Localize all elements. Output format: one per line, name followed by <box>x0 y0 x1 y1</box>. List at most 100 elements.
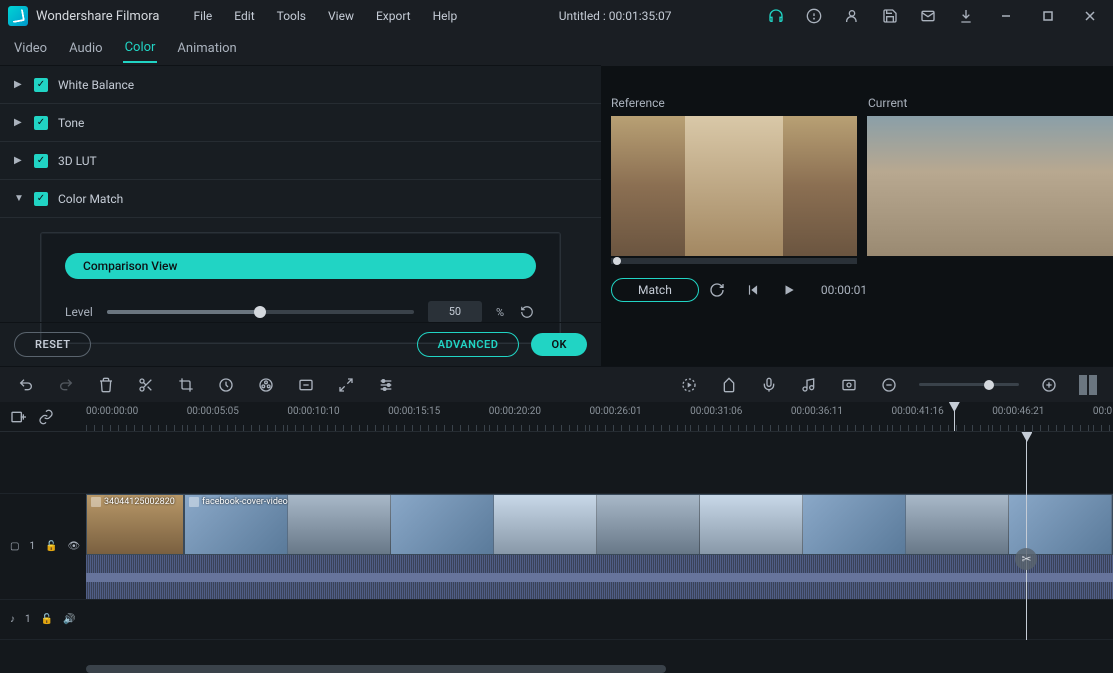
split-indicator-icon[interactable]: ✂ <box>1015 548 1037 570</box>
audio-track-head: ♪1 🔓 🔊 <box>0 600 86 639</box>
play-icon[interactable] <box>779 280 799 300</box>
mute-icon[interactable]: 🔊 <box>63 614 75 625</box>
timeline-toolbar <box>0 366 1113 402</box>
main-split: ▶ ✓ White Balance ▶ ✓ Tone ▶ ✓ 3D LUT ▼ … <box>0 66 1113 366</box>
zoom-slider[interactable] <box>919 383 1019 386</box>
split-icon[interactable] <box>136 375 156 395</box>
headphones-icon[interactable] <box>763 3 789 29</box>
mail-icon[interactable] <box>915 3 941 29</box>
expand-icon[interactable] <box>336 375 356 395</box>
advanced-button[interactable]: ADVANCED <box>417 332 520 357</box>
menu-view[interactable]: View <box>318 5 364 27</box>
minimize-button[interactable] <box>991 3 1021 29</box>
app-name: Wondershare Filmora <box>36 9 159 24</box>
preview-controls: Match 00:00:01 <box>611 278 1113 302</box>
track-spacer <box>0 432 1113 494</box>
prev-frame-icon[interactable] <box>743 280 763 300</box>
color-icon[interactable] <box>256 375 276 395</box>
delete-icon[interactable] <box>96 375 116 395</box>
reload-icon[interactable] <box>707 280 727 300</box>
level-value-input[interactable]: 50 <box>428 301 482 323</box>
zoom-in-icon[interactable] <box>1039 375 1059 395</box>
download-icon[interactable] <box>953 3 979 29</box>
settings-icon[interactable] <box>376 375 396 395</box>
link-icon[interactable] <box>38 409 54 425</box>
preview-labels: Reference Current <box>611 96 1113 110</box>
user-icon[interactable] <box>839 3 865 29</box>
checkbox-color-match[interactable]: ✓ <box>34 192 48 206</box>
reset-button[interactable]: RESET <box>14 332 91 357</box>
preview-timecode: 00:00:01 <box>821 283 867 297</box>
match-button[interactable]: Match <box>611 278 699 302</box>
visibility-icon[interactable]: 👁 <box>68 541 81 552</box>
lock-icon[interactable]: 🔓 <box>41 614 53 625</box>
tab-color[interactable]: Color <box>123 34 158 63</box>
menu-tools[interactable]: Tools <box>267 5 316 27</box>
menu-help[interactable]: Help <box>423 5 468 27</box>
image-clip-icon <box>91 497 101 507</box>
chevron-down-icon: ▼ <box>14 193 24 204</box>
add-track-icon[interactable] <box>10 409 26 425</box>
audio-track-body[interactable] <box>86 600 1113 639</box>
accordion-white-balance[interactable]: ▶ ✓ White Balance <box>0 66 601 104</box>
video-track-head: ▢1 🔓 👁 <box>0 494 86 599</box>
timeline-scrollbar[interactable] <box>86 665 666 673</box>
timeline-ruler[interactable]: 00:00:00:00 00:00:05:05 00:00:10:10 00:0… <box>86 402 1113 431</box>
ruler-tick: 00:00:00:00 <box>86 402 187 431</box>
crop-icon[interactable] <box>176 375 196 395</box>
undo-icon[interactable] <box>16 375 36 395</box>
playhead-line[interactable] <box>1026 432 1027 640</box>
save-icon[interactable] <box>877 3 903 29</box>
info-icon[interactable] <box>801 3 827 29</box>
tab-video[interactable]: Video <box>12 35 49 62</box>
video-track-body[interactable]: 34044125002820 facebook-cover-video <box>86 494 1113 599</box>
accordion-3d-lut[interactable]: ▶ ✓ 3D LUT <box>0 142 601 180</box>
ruler-tick: 00:00:36:11 <box>791 402 892 431</box>
window-title: Untitled : 00:01:35:07 <box>467 9 763 23</box>
close-button[interactable] <box>1075 3 1105 29</box>
audio-waveform[interactable] <box>86 555 1113 599</box>
percent-label: % <box>496 306 504 319</box>
lut-label: 3D LUT <box>58 154 97 168</box>
ok-button[interactable]: OK <box>531 333 587 356</box>
ruler-tick: 00:0 <box>1093 402 1113 431</box>
clip-image[interactable]: 34044125002820 <box>86 494 184 555</box>
timeline-view-toggle[interactable] <box>1079 375 1097 395</box>
preview-panel: Reference Current Match 00:00:01 <box>601 66 1113 366</box>
accordion-tone[interactable]: ▶ ✓ Tone <box>0 104 601 142</box>
reset-level-icon[interactable] <box>518 303 536 321</box>
maximize-button[interactable] <box>1033 3 1063 29</box>
comparison-view-button[interactable]: Comparison View <box>65 253 536 279</box>
snapshot-icon[interactable] <box>839 375 859 395</box>
clip-video[interactable]: facebook-cover-video <box>184 494 1113 555</box>
current-preview <box>867 116 1113 256</box>
level-slider[interactable] <box>107 310 414 314</box>
render-icon[interactable] <box>679 375 699 395</box>
menu-export[interactable]: Export <box>366 5 421 27</box>
greenscreen-icon[interactable] <box>296 375 316 395</box>
tab-animation[interactable]: Animation <box>175 35 238 62</box>
menu-edit[interactable]: Edit <box>224 5 264 27</box>
timeline-header: 00:00:00:00 00:00:05:05 00:00:10:10 00:0… <box>0 402 1113 432</box>
menu-file[interactable]: File <box>183 5 222 27</box>
timeline-header-left <box>0 402 86 431</box>
speed-icon[interactable] <box>216 375 236 395</box>
checkbox-3d-lut[interactable]: ✓ <box>34 154 48 168</box>
reference-scrubber[interactable] <box>611 258 857 264</box>
voiceover-icon[interactable] <box>759 375 779 395</box>
playhead[interactable] <box>954 402 955 431</box>
white-balance-label: White Balance <box>58 78 134 92</box>
tab-audio[interactable]: Audio <box>67 35 104 62</box>
audio-mixer-icon[interactable] <box>799 375 819 395</box>
zoom-out-icon[interactable] <box>879 375 899 395</box>
lock-icon[interactable]: 🔓 <box>45 541 57 552</box>
checkbox-tone[interactable]: ✓ <box>34 116 48 130</box>
slider-thumb[interactable] <box>254 306 266 318</box>
redo-icon[interactable] <box>56 375 76 395</box>
marker-icon[interactable] <box>719 375 739 395</box>
ruler-tick: 00:00:20:20 <box>489 402 590 431</box>
accordion-color-match[interactable]: ▼ ✓ Color Match <box>0 180 601 218</box>
checkbox-white-balance[interactable]: ✓ <box>34 78 48 92</box>
menu-bar: File Edit Tools View Export Help <box>183 5 467 27</box>
chevron-right-icon: ▶ <box>14 155 24 166</box>
